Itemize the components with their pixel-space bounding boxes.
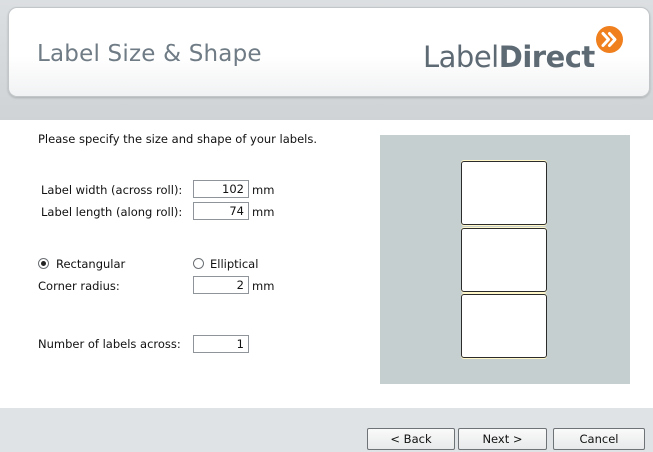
label-length-unit: mm — [252, 205, 275, 219]
instructions-text: Please specify the size and shape of you… — [38, 132, 318, 146]
label-preview — [380, 135, 630, 384]
label-length-label: Label length (along roll): — [41, 205, 183, 219]
rectangular-radio[interactable] — [38, 258, 49, 269]
labels-across-input[interactable]: 1 — [193, 335, 249, 353]
label-width-label: Label width (across roll): — [41, 183, 183, 197]
preview-label — [461, 294, 547, 358]
corner-radius-label: Corner radius: — [38, 279, 120, 293]
page-title: Label Size & Shape — [37, 41, 262, 67]
next-button[interactable]: Next > — [458, 428, 547, 450]
label-width-input[interactable]: 102 — [193, 180, 249, 198]
brand-logo: LabelDirect — [423, 40, 595, 74]
label-length-input[interactable]: 74 — [193, 202, 249, 220]
logo-text-label: Label — [423, 40, 499, 74]
preview-label — [461, 161, 547, 225]
corner-radius-unit: mm — [252, 279, 275, 293]
label-width-unit: mm — [252, 183, 275, 197]
preview-label — [461, 228, 547, 292]
corner-radius-input[interactable]: 2 — [193, 276, 249, 294]
elliptical-radio[interactable] — [193, 258, 204, 269]
logo-chevron-icon — [596, 26, 623, 53]
cancel-button[interactable]: Cancel — [553, 428, 645, 450]
labels-across-label: Number of labels across: — [38, 337, 181, 351]
rectangular-radio-label[interactable]: Rectangular — [56, 257, 125, 271]
back-button[interactable]: < Back — [367, 428, 455, 450]
logo-text-direct: Direct — [498, 40, 596, 74]
elliptical-radio-label[interactable]: Elliptical — [210, 257, 258, 271]
